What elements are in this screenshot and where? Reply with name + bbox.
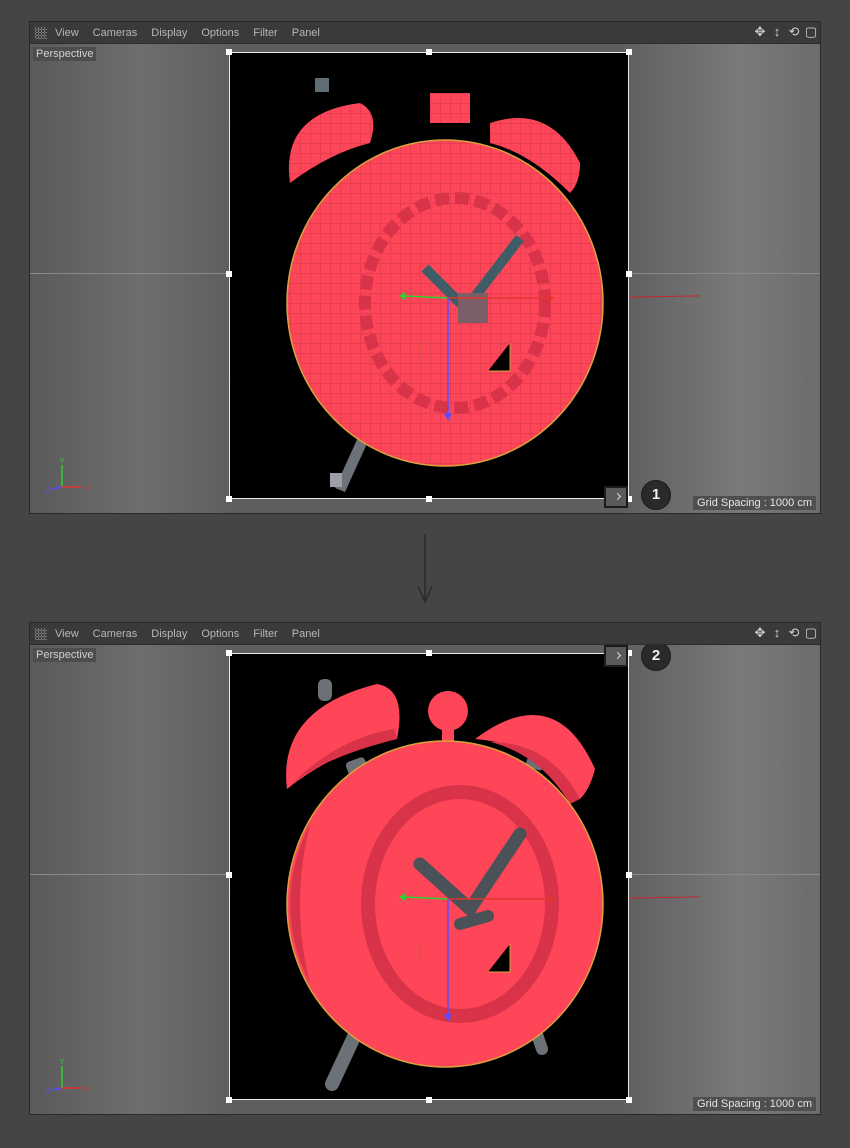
step-badge: 2: [642, 645, 670, 670]
resize-handle[interactable]: [626, 1097, 632, 1103]
resize-handle[interactable]: [626, 271, 632, 277]
viewport-scene[interactable]: Perspective: [30, 645, 820, 1114]
resize-handle[interactable]: [226, 650, 232, 656]
move-icon[interactable]: ✥: [753, 24, 767, 40]
menu-cameras[interactable]: Cameras: [93, 27, 138, 39]
axis-label-z: Z: [46, 1088, 51, 1095]
menu-filter[interactable]: Filter: [253, 628, 277, 640]
transform-gizmo[interactable]: [230, 53, 627, 497]
viewport-menubar: View Cameras Display Options Filter Pane…: [30, 22, 820, 44]
background-image-plane[interactable]: [226, 650, 632, 1103]
maximize-icon[interactable]: ▢: [804, 625, 818, 641]
background-image-plane[interactable]: [226, 49, 632, 502]
grid-spacing-label: Grid Spacing : 1000 cm: [693, 1097, 816, 1111]
resize-handle[interactable]: [226, 271, 232, 277]
rotate-icon[interactable]: ⟲: [787, 625, 801, 641]
render-toggle-button[interactable]: [604, 645, 628, 667]
menu-display[interactable]: Display: [151, 628, 187, 640]
maximize-icon[interactable]: ▢: [804, 24, 818, 40]
x-axis-extension: [629, 896, 701, 899]
viewport-menubar: View Cameras Display Options Filter Pane…: [30, 623, 820, 645]
resize-handle[interactable]: [626, 872, 632, 878]
resize-handle[interactable]: [426, 496, 432, 502]
axis-label-z: Z: [46, 487, 51, 494]
step-badge: 1: [642, 481, 670, 509]
resize-handle[interactable]: [626, 49, 632, 55]
render-toggle-button[interactable]: [604, 486, 628, 508]
world-axis-indicator: Y X Z: [46, 1059, 91, 1095]
rotate-icon[interactable]: ⟲: [787, 24, 801, 40]
down-arrow-icon: [417, 534, 433, 604]
resize-handle[interactable]: [226, 496, 232, 502]
menu-panel[interactable]: Panel: [292, 27, 320, 39]
viewport-top[interactable]: View Cameras Display Options Filter Pane…: [29, 21, 821, 514]
resize-handle[interactable]: [226, 872, 232, 878]
x-axis-extension: [629, 295, 701, 298]
menu-cameras[interactable]: Cameras: [93, 628, 138, 640]
axis-label-x: X: [86, 485, 91, 492]
axis-label-y: Y: [60, 1059, 65, 1066]
world-axis-indicator: Y X Z: [46, 458, 91, 494]
navigation-icons: ✥ ↕ ⟲ ▢: [753, 625, 818, 641]
viewport-scene[interactable]: Perspective: [30, 44, 820, 513]
camera-label[interactable]: Perspective: [33, 648, 97, 662]
navigation-icons: ✥ ↕ ⟲ ▢: [753, 24, 818, 40]
menu-display[interactable]: Display: [151, 27, 187, 39]
grid-spacing-label: Grid Spacing : 1000 cm: [693, 496, 816, 510]
resize-handle[interactable]: [426, 1097, 432, 1103]
move-icon[interactable]: ✥: [753, 625, 767, 641]
menu-view[interactable]: View: [55, 27, 79, 39]
zoom-icon[interactable]: ↕: [770, 24, 784, 40]
viewport-bottom[interactable]: View Cameras Display Options Filter Pane…: [29, 622, 821, 1115]
grip-icon[interactable]: [35, 627, 47, 640]
menu-filter[interactable]: Filter: [253, 27, 277, 39]
resize-handle[interactable]: [226, 49, 232, 55]
grip-icon[interactable]: [35, 26, 47, 39]
axis-label-x: X: [86, 1086, 91, 1093]
resize-handle[interactable]: [226, 1097, 232, 1103]
menu-options[interactable]: Options: [201, 628, 239, 640]
transform-gizmo[interactable]: [230, 654, 627, 1098]
resize-handle[interactable]: [426, 49, 432, 55]
zoom-icon[interactable]: ↕: [770, 625, 784, 641]
resize-handle[interactable]: [426, 650, 432, 656]
menu-view[interactable]: View: [55, 628, 79, 640]
menu-panel[interactable]: Panel: [292, 628, 320, 640]
menu-options[interactable]: Options: [201, 27, 239, 39]
camera-label[interactable]: Perspective: [33, 47, 97, 61]
axis-label-y: Y: [60, 458, 65, 465]
